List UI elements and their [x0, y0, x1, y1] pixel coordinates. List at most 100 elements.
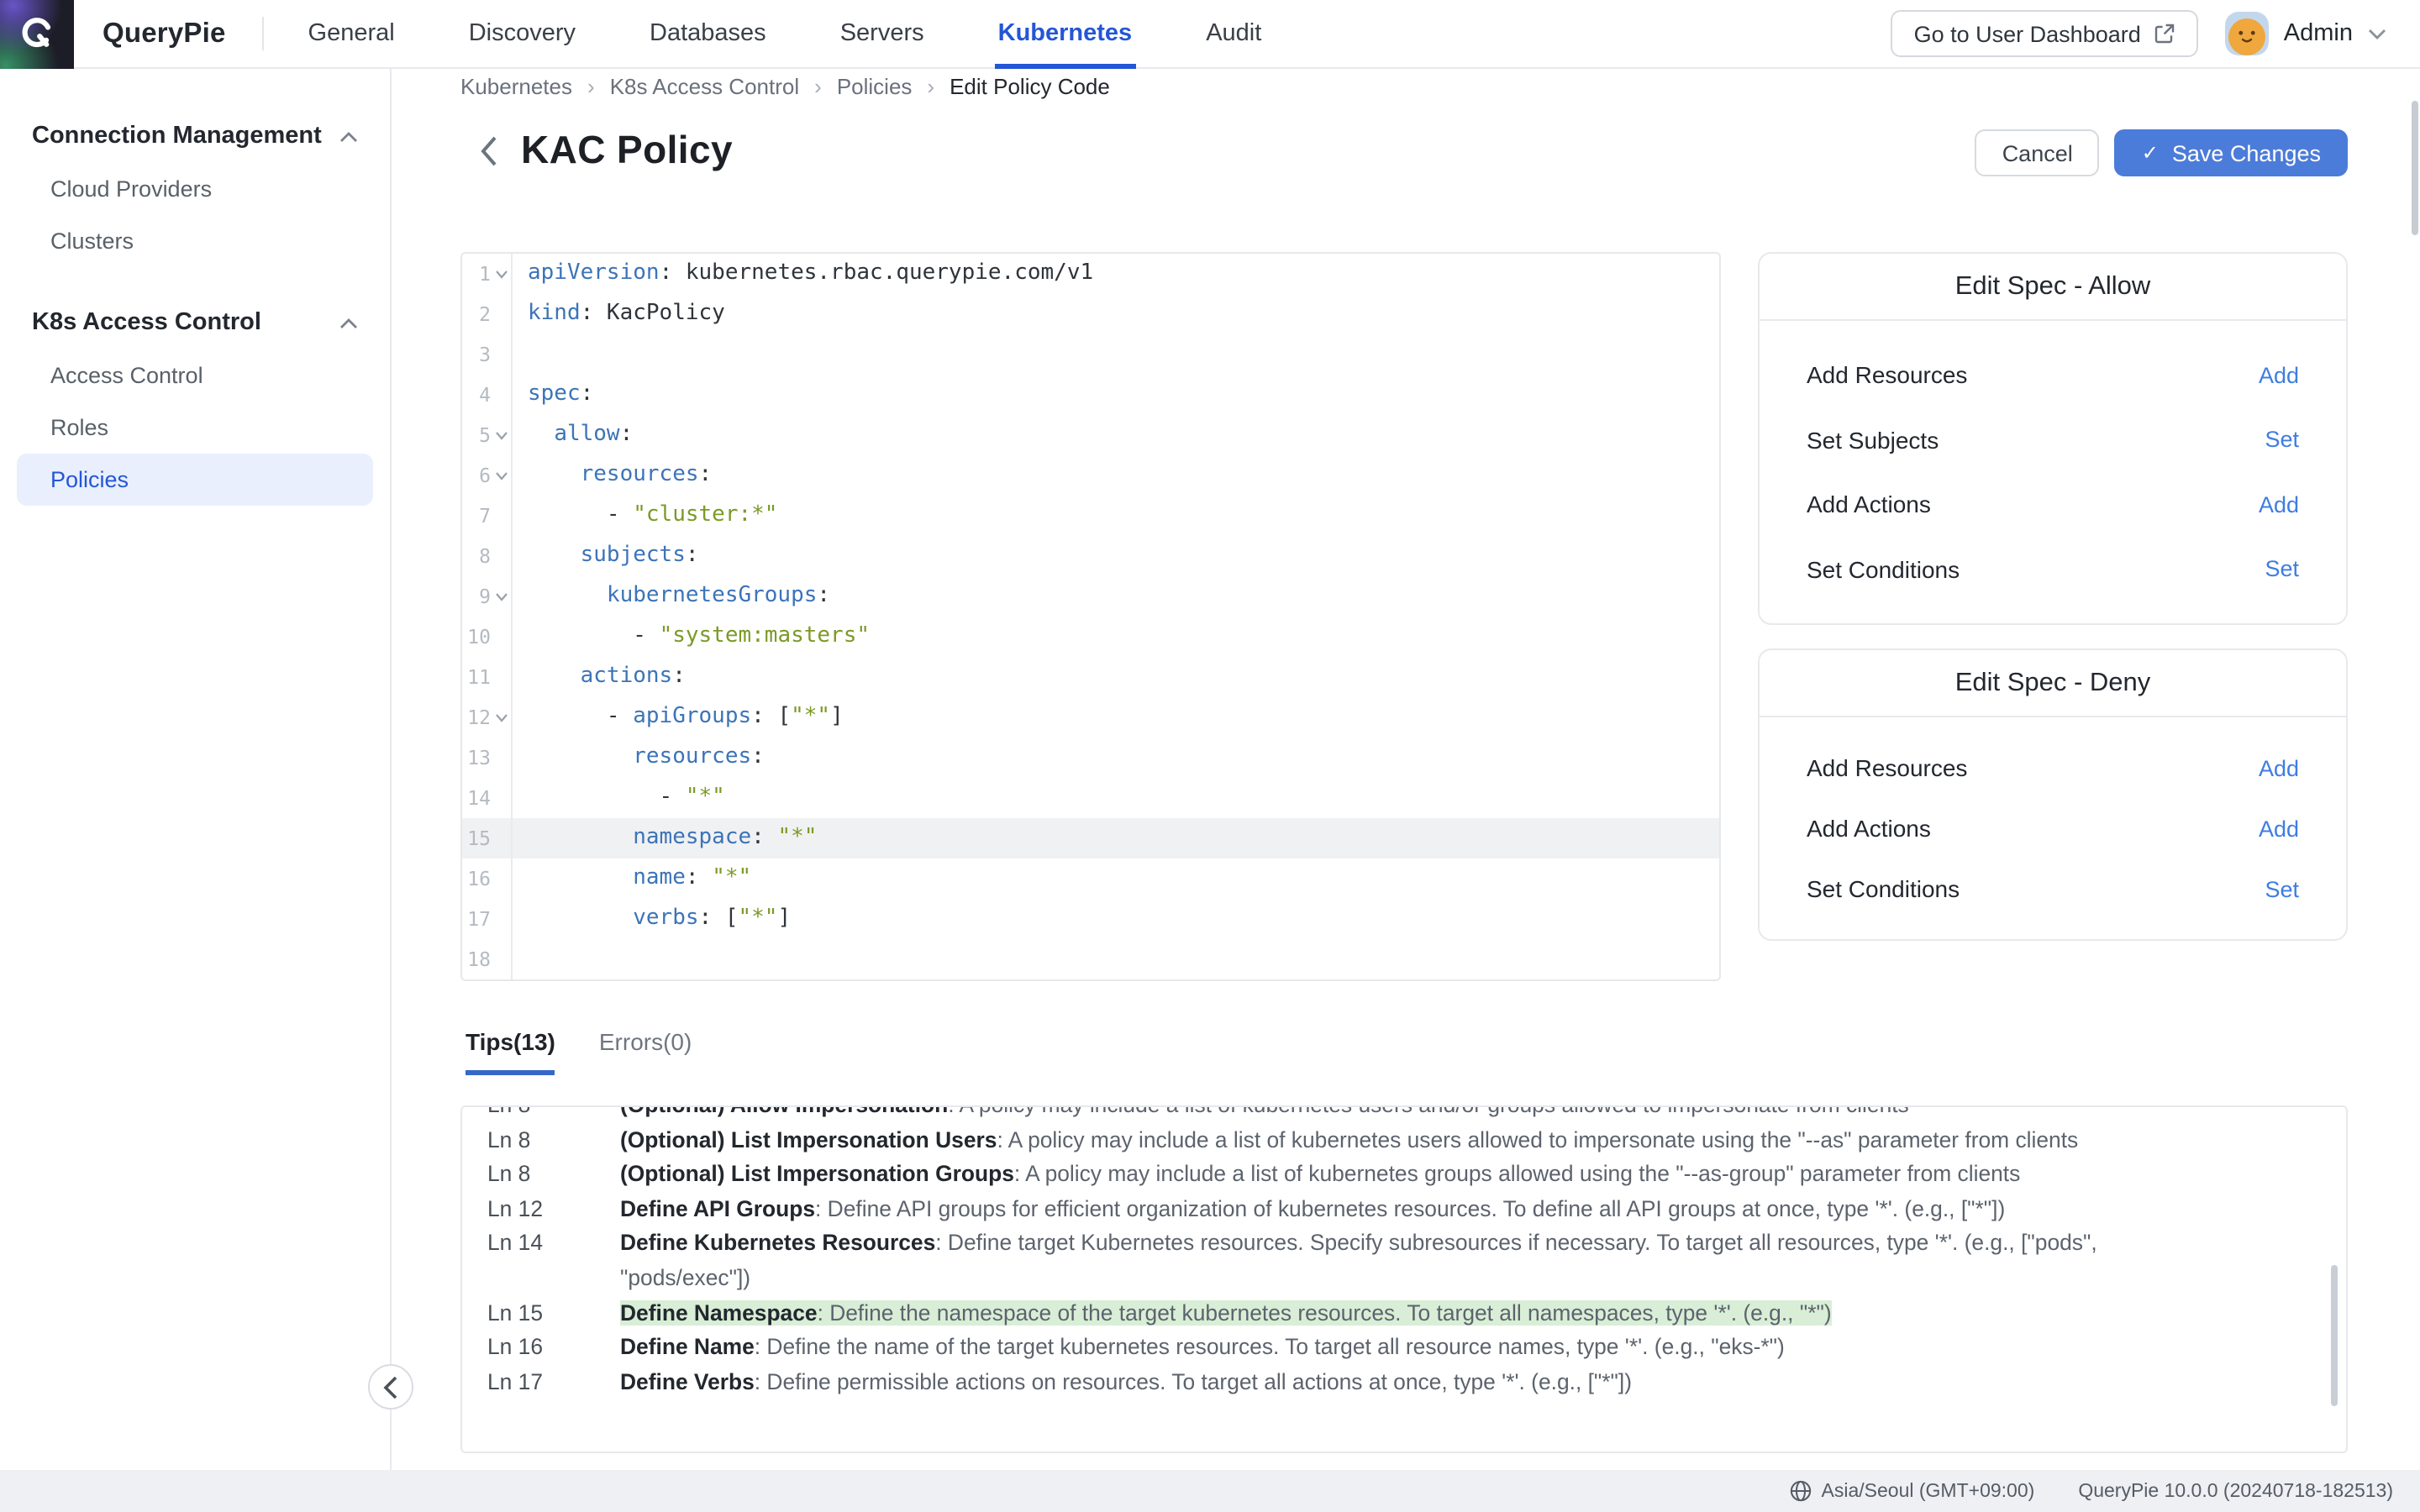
tip-row: Ln 12Define API Groups: Define API group… — [462, 1193, 2346, 1227]
fold-toggle[interactable] — [491, 270, 511, 278]
tips-scrollbar[interactable] — [2331, 1265, 2338, 1406]
line-number: 10 — [462, 617, 491, 657]
editor-gutter: 8 — [462, 536, 513, 576]
add-link[interactable]: Add — [2259, 491, 2299, 517]
code-line[interactable]: 7 - "cluster:*" — [462, 496, 1719, 536]
tip-line-ref: Ln 8 — [487, 1105, 620, 1123]
tab-tips[interactable]: Tips(13) — [466, 1028, 555, 1075]
code-line[interactable]: 11 actions: — [462, 657, 1719, 697]
code-line[interactable]: 5 allow: — [462, 415, 1719, 455]
nav-item-kubernetes[interactable]: Kubernetes — [995, 0, 1136, 68]
editor-gutter: 14 — [462, 778, 513, 818]
spec-card-body: Add ResourcesAddSet SubjectsSetAdd Actio… — [1760, 321, 2346, 623]
back-chevron-icon[interactable] — [481, 135, 497, 165]
line-number: 12 — [462, 697, 491, 738]
code-line[interactable]: 3 — [462, 334, 1719, 375]
code-fold-icon — [495, 471, 507, 480]
code-line[interactable]: 9 kubernetesGroups: — [462, 576, 1719, 617]
add-link[interactable]: Add — [2259, 816, 2299, 841]
line-number: 1 — [462, 254, 491, 294]
code-line[interactable]: 1 apiVersion: kubernetes.rbac.querypie.co… — [462, 254, 1719, 294]
page-scrollbar[interactable] — [2412, 101, 2418, 235]
line-number: 3 — [462, 334, 491, 375]
code-fold-icon — [495, 713, 507, 722]
collapse-sidebar-button[interactable] — [368, 1364, 413, 1410]
code-line[interactable]: 13 resources: — [462, 738, 1719, 778]
tip-line-ref: Ln 17 — [487, 1366, 620, 1400]
fold-toggle[interactable] — [491, 431, 511, 439]
tip-text: (Optional) List Impersonation Users: A p… — [620, 1123, 2346, 1158]
code-line[interactable]: 8 subjects: — [462, 536, 1719, 576]
editor-gutter: 2 — [462, 294, 513, 334]
sidebar-group-header[interactable]: K8s Access Control — [0, 296, 390, 349]
tip-line-ref: Ln 16 — [487, 1331, 620, 1365]
code-text: kind: KacPolicy — [513, 294, 725, 334]
sidebar-item-access-control[interactable]: Access Control — [0, 349, 390, 402]
editor-gutter: 3 — [462, 334, 513, 375]
line-number: 7 — [462, 496, 491, 536]
add-link[interactable]: Add — [2259, 363, 2299, 388]
code-line[interactable]: 4spec: — [462, 375, 1719, 415]
save-changes-button[interactable]: ✓ Save Changes — [2115, 129, 2348, 176]
cancel-button[interactable]: Cancel — [1975, 129, 2100, 176]
code-line[interactable]: 12 - apiGroups: ["*"] — [462, 697, 1719, 738]
sidebar-item-cloud-providers[interactable]: Cloud Providers — [0, 163, 390, 215]
code-line[interactable]: 2kind: KacPolicy — [462, 294, 1719, 334]
editor-gutter: 13 — [462, 738, 513, 778]
code-line[interactable]: 18 — [462, 939, 1719, 979]
code-line[interactable]: 14 - "*" — [462, 778, 1719, 818]
add-link[interactable]: Add — [2259, 755, 2299, 780]
tip-row: Ln 16Define Name: Define the name of the… — [462, 1331, 2346, 1365]
fold-toggle[interactable] — [491, 471, 511, 480]
user-menu[interactable]: Admin — [2225, 12, 2386, 55]
policy-code-editor[interactable]: 1 apiVersion: kubernetes.rbac.querypie.co… — [460, 252, 1721, 981]
code-text: - "*" — [513, 778, 725, 818]
code-text: subjects: — [513, 536, 699, 576]
chevron-up-icon — [339, 317, 358, 328]
header-actions: Cancel ✓ Save Changes — [1975, 129, 2348, 176]
code-text: apiVersion: kubernetes.rbac.querypie.com… — [513, 254, 1093, 294]
tip-text: (Optional) List Impersonation Groups: A … — [620, 1158, 2346, 1192]
set-link[interactable]: Set — [2265, 556, 2299, 581]
editor-gutter: 4 — [462, 375, 513, 415]
code-text: - apiGroups: ["*"] — [513, 697, 844, 738]
tip-row: Ln 8(Optional) List Impersonation Groups… — [462, 1158, 2346, 1192]
editor-gutter: 7 — [462, 496, 513, 536]
tips-panel[interactable]: Ln 8(Optional) Allow Impersonation: A po… — [460, 1105, 2348, 1453]
code-line[interactable]: 17 verbs: ["*"] — [462, 899, 1719, 939]
sidebar-item-roles[interactable]: Roles — [0, 402, 390, 454]
nav-item-databases[interactable]: Databases — [646, 0, 770, 68]
tip-row: Ln 17Define Verbs: Define permissible ac… — [462, 1366, 2346, 1400]
go-to-user-dashboard-button[interactable]: Go to User Dashboard — [1891, 10, 2198, 57]
code-text: kubernetesGroups: — [513, 576, 830, 617]
sidebar-item-clusters[interactable]: Clusters — [0, 215, 390, 267]
nav-item-audit[interactable]: Audit — [1202, 0, 1265, 68]
breadcrumb-item[interactable]: Kubernetes — [460, 74, 572, 99]
set-link[interactable]: Set — [2265, 876, 2299, 901]
top-navigation-bar: QueryPie GeneralDiscoveryDatabasesServer… — [0, 0, 2420, 69]
sidebar: Connection ManagementCloud ProvidersClus… — [0, 69, 392, 1470]
fold-toggle[interactable] — [491, 713, 511, 722]
code-line[interactable]: 16 name: "*" — [462, 858, 1719, 899]
sidebar-group-header[interactable]: Connection Management — [0, 109, 390, 163]
code-line[interactable]: 6 resources: — [462, 455, 1719, 496]
code-text: resources: — [513, 455, 712, 496]
breadcrumb-item[interactable]: K8s Access Control — [610, 74, 799, 99]
nav-item-general[interactable]: General — [305, 0, 398, 68]
breadcrumb-item[interactable]: Policies — [837, 74, 913, 99]
code-text: resources: — [513, 738, 765, 778]
querypie-logo[interactable] — [0, 0, 74, 68]
code-line[interactable]: 10 - "system:masters" — [462, 617, 1719, 657]
fold-toggle[interactable] — [491, 592, 511, 601]
breadcrumb-item: Edit Policy Code — [950, 74, 1110, 99]
code-line[interactable]: 15 namespace: "*" — [462, 818, 1719, 858]
code-fold-icon — [495, 431, 507, 439]
set-link[interactable]: Set — [2265, 428, 2299, 453]
sidebar-item-policies[interactable]: Policies — [17, 454, 373, 506]
tip-line-ref: Ln 14 — [487, 1227, 620, 1296]
globe-icon — [1790, 1480, 1812, 1502]
tab-errors[interactable]: Errors(0) — [599, 1028, 692, 1075]
nav-item-servers[interactable]: Servers — [837, 0, 928, 68]
nav-item-discovery[interactable]: Discovery — [466, 0, 579, 68]
code-fold-icon — [495, 592, 507, 601]
